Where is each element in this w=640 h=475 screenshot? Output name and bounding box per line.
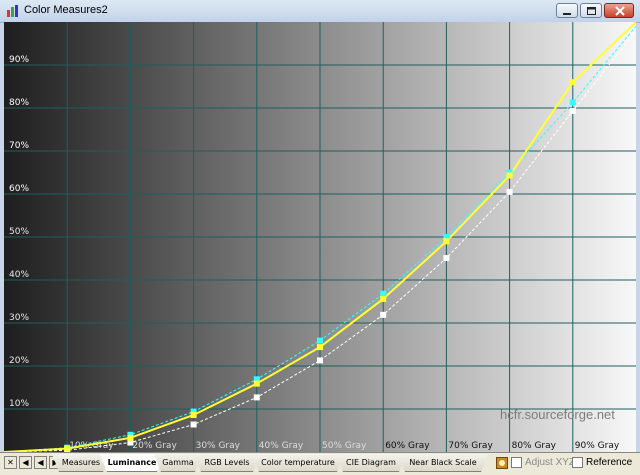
reference-checkbox[interactable] — [572, 457, 583, 468]
y-tick-label: 30% — [9, 313, 29, 323]
data-point — [253, 380, 260, 387]
data-point — [380, 290, 387, 297]
y-tick-label: 60% — [9, 184, 29, 194]
prev-tab-icon[interactable]: ◀ — [34, 456, 47, 469]
tab-luminance[interactable]: Luminance — [100, 454, 164, 472]
x-tick-label: 90% Gray — [575, 441, 620, 451]
adjust-xyz-checkbox[interactable] — [511, 457, 522, 468]
y-tick-label: 20% — [9, 356, 29, 366]
data-point — [127, 434, 134, 441]
y-tick-label: 80% — [9, 98, 29, 108]
tab-rgb-levels[interactable]: RGB Levels — [194, 454, 260, 472]
minimize-icon — [563, 13, 571, 15]
data-point — [64, 445, 71, 452]
first-tab-icon[interactable]: ◀ — [19, 456, 32, 469]
y-tick-label: 70% — [9, 141, 29, 151]
chart-app-icon — [7, 5, 18, 17]
data-point — [190, 412, 197, 419]
data-point — [443, 255, 450, 262]
restore-icon — [587, 7, 596, 15]
x-tick-label: 60% Gray — [385, 441, 430, 451]
x-tick-label: 80% Gray — [512, 441, 557, 451]
y-tick-label: 40% — [9, 270, 29, 280]
luminance-chart-svg: 10%20%30%40%50%60%70%80%90% 10% Gray 20% … — [4, 22, 636, 452]
tab-cie-diagram[interactable]: CIE Diagram — [336, 454, 406, 472]
data-point — [317, 357, 323, 364]
x-tick-label: 40% Gray — [259, 441, 304, 451]
data-point — [253, 394, 260, 401]
tab-near-black-scale[interactable]: Near Black Scale — [398, 454, 488, 472]
data-point — [443, 238, 450, 245]
data-point — [317, 337, 323, 344]
x-tick-label: 30% Gray — [196, 441, 241, 451]
minimize-button[interactable] — [556, 3, 578, 18]
tab-color-temperature[interactable]: Color temperature — [252, 454, 344, 472]
y-tick-label: 10% — [9, 399, 29, 409]
x-tick-label: 20% Gray — [132, 441, 177, 451]
x-tick-label: 70% Gray — [448, 441, 493, 451]
tab-gamma[interactable]: Gamma — [154, 454, 202, 472]
y-tick-label: 50% — [9, 227, 29, 237]
close-button[interactable] — [604, 3, 634, 18]
x-tick-label: 50% Gray — [322, 441, 367, 451]
data-point — [569, 108, 576, 115]
window-title: Color Measures2 — [24, 4, 108, 16]
reference-label: Reference — [586, 457, 633, 468]
data-point — [506, 172, 513, 179]
maximize-button[interactable] — [580, 3, 602, 18]
title-bar[interactable]: Color Measures2 — [0, 0, 640, 23]
application-window: Color Measures2 10% 20% 30% 40% 50% 60% 70% 80%… — [0, 0, 640, 475]
data-point — [569, 99, 576, 106]
tab-bar: ✕ ◀ ◀ ▶ Measures Luminance Gamma RGB Lev… — [0, 452, 640, 475]
data-point — [317, 344, 323, 351]
data-point — [380, 295, 387, 302]
luminance-chart[interactable]: 10% 20% 30% 40% 50% 60% 70% 80% 90% 10% Gray 20% … — [4, 22, 636, 452]
data-point — [190, 421, 197, 428]
adjust-xyz-label: Adjust XYZ — [525, 457, 576, 468]
watermark: hcfr.sourceforge.net — [500, 407, 615, 422]
y-tick-label: 90% — [9, 55, 29, 65]
close-tabs-icon[interactable]: ✕ — [4, 456, 17, 469]
data-point — [569, 79, 576, 86]
adjust-icon[interactable] — [496, 457, 508, 469]
data-point — [506, 188, 513, 195]
data-point — [380, 311, 387, 318]
close-icon — [615, 6, 625, 16]
